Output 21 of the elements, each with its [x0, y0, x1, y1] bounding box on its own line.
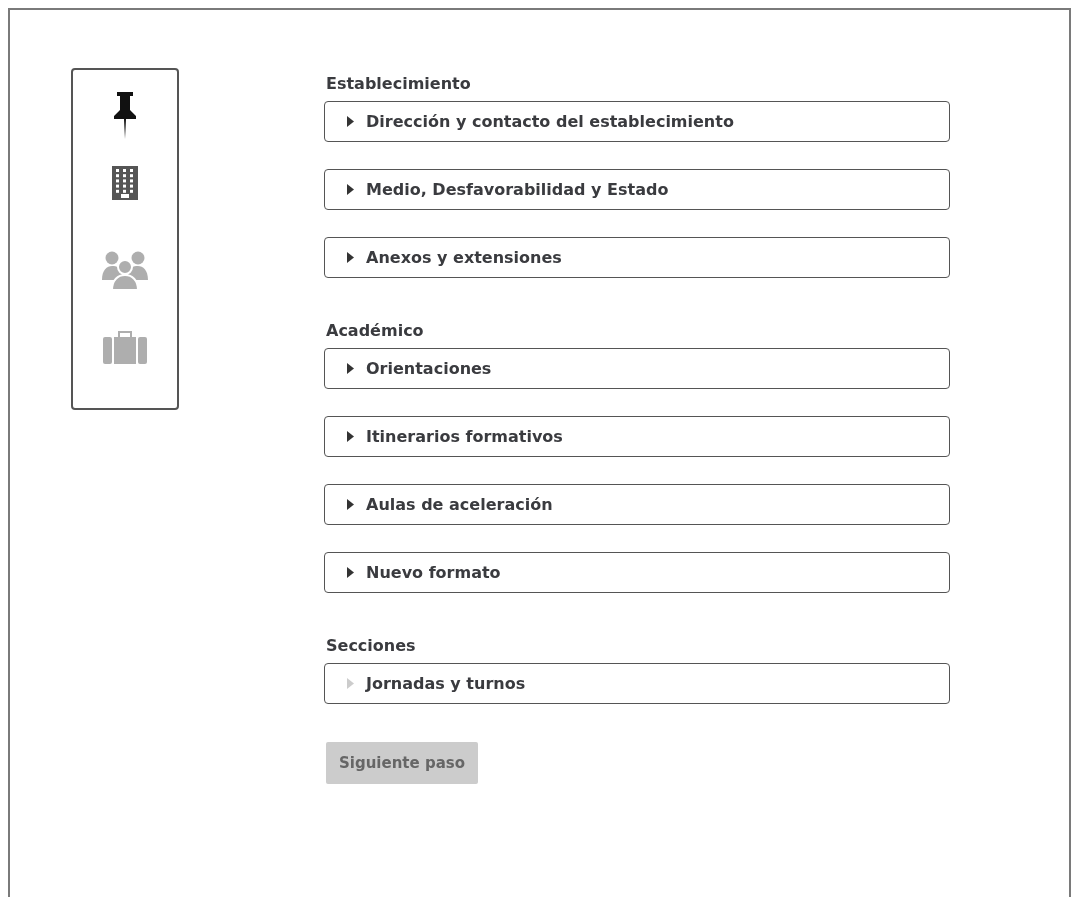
- caret-icon: [347, 678, 354, 689]
- caret-icon: [347, 116, 354, 127]
- people-icon: [102, 250, 148, 290]
- building-icon: [112, 166, 138, 200]
- section-heading: Académico: [326, 321, 425, 340]
- caret-icon: [347, 431, 354, 442]
- caret-icon: [347, 363, 354, 374]
- accordion-item[interactable]: Orientaciones: [324, 348, 950, 389]
- caret-icon: [347, 252, 354, 263]
- accordion-item[interactable]: Nuevo formato: [324, 552, 950, 593]
- briefcase-icon: [103, 330, 147, 364]
- accordion-item[interactable]: Medio, Desfavorabilidad y Estado: [324, 169, 950, 210]
- caret-icon: [347, 567, 354, 578]
- accordion-item[interactable]: Aulas de aceleración: [324, 484, 950, 525]
- caret-icon: [347, 184, 354, 195]
- accordion-item[interactable]: Anexos y extensiones: [324, 237, 950, 278]
- section-heading: Establecimiento: [326, 74, 472, 93]
- accordion-item[interactable]: Itinerarios formativos: [324, 416, 950, 457]
- accordion-item[interactable]: Dirección y contacto del establecimiento: [324, 101, 950, 142]
- caret-icon: [347, 499, 354, 510]
- section-heading: Secciones: [326, 636, 417, 655]
